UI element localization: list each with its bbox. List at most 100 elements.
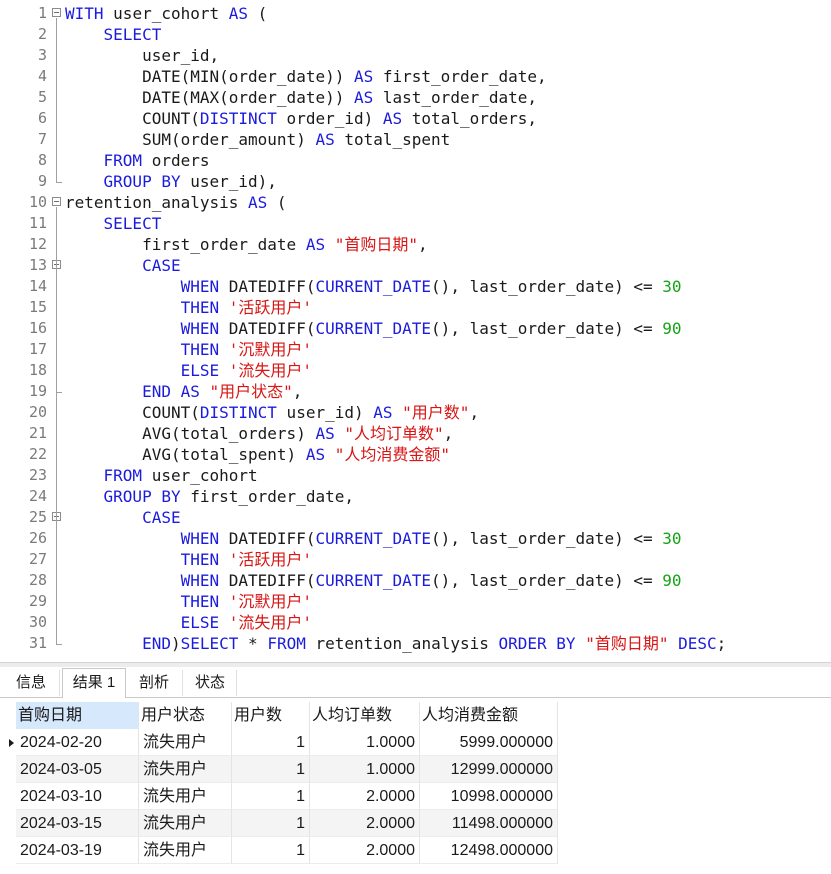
code-line[interactable]: 6 COUNT(DISTINCT order_id) AS total_orde… <box>0 108 831 129</box>
table-cell[interactable]: 2024-03-19 <box>16 837 139 864</box>
code-text: COUNT(DISTINCT user_id) AS "用户数", <box>65 402 479 423</box>
code-line[interactable]: 31 END)SELECT * FROM retention_analysis … <box>0 633 831 654</box>
table-cell[interactable]: 2024-03-05 <box>16 756 139 783</box>
code-line[interactable]: 5 DATE(MAX(order_date)) AS last_order_da… <box>0 87 831 108</box>
sql-token: retention_analysis <box>65 193 249 212</box>
code-line[interactable]: 30 ELSE '流失用户' <box>0 612 831 633</box>
sql-keyword: WITH <box>65 4 114 23</box>
code-line[interactable]: 25 CASE <box>0 507 831 528</box>
code-line[interactable]: 14 WHEN DATEDIFF(CURRENT_DATE(), last_or… <box>0 276 831 297</box>
code-text: user_id, <box>65 45 219 66</box>
line-number: 3 <box>37 46 47 64</box>
code-line[interactable]: 15 THEN '活跃用户' <box>0 297 831 318</box>
sql-number: 90 <box>662 319 682 338</box>
code-line[interactable]: 22 AVG(total_spent) AS "人均消费金额" <box>0 444 831 465</box>
fold-guide-end <box>56 182 62 183</box>
col-avg-orders-header[interactable]: 人均订单数 <box>310 702 420 729</box>
col-user-count-header[interactable]: 用户数 <box>232 702 310 729</box>
table-cell[interactable]: 12999.000000 <box>420 756 558 783</box>
sql-keyword: AS <box>353 67 374 86</box>
table-cell[interactable]: 2024-03-10 <box>16 783 139 810</box>
tab-status[interactable]: 状态 <box>184 670 237 696</box>
code-text: ELSE '流失用户' <box>65 612 312 633</box>
code-line[interactable]: 12 first_order_date AS "首购日期", <box>0 234 831 255</box>
sql-token: ( <box>267 193 287 212</box>
table-cell[interactable]: 5999.000000 <box>420 729 558 756</box>
code-text: COUNT(DISTINCT order_id) AS total_orders… <box>65 108 537 129</box>
col-avg-spent-header[interactable]: 人均消费金额 <box>420 702 558 729</box>
fold-toggle-icon[interactable] <box>52 197 61 206</box>
code-text: WHEN DATEDIFF(CURRENT_DATE(), last_order… <box>65 570 682 591</box>
code-line[interactable]: 17 THEN '沉默用户' <box>0 339 831 360</box>
table-cell[interactable]: 流失用户 <box>139 783 232 810</box>
table-cell[interactable]: 2.0000 <box>310 837 420 864</box>
code-line[interactable]: 1 WITH user_cohort AS ( <box>0 3 831 24</box>
table-cell[interactable]: 1 <box>232 810 310 837</box>
sql-keyword: CURRENT_DATE <box>315 529 432 548</box>
col-first-order-date-header[interactable]: 首购日期 <box>16 702 139 729</box>
table-cell[interactable]: 1.0000 <box>310 729 420 756</box>
fold-toggle-icon[interactable] <box>52 8 61 17</box>
line-number: 12 <box>28 235 47 253</box>
code-line[interactable]: 13 CASE <box>0 255 831 276</box>
code-line[interactable]: 19 END AS "用户状态", <box>0 381 831 402</box>
sql-keyword: AS <box>353 88 374 107</box>
tab-profile[interactable]: 剖析 <box>126 670 183 696</box>
table-cell[interactable]: 流失用户 <box>139 729 232 756</box>
table-cell[interactable]: 2.0000 <box>310 783 420 810</box>
table-cell[interactable]: 11498.000000 <box>420 810 558 837</box>
code-line[interactable]: 8 FROM orders <box>0 150 831 171</box>
col-user-status-header[interactable]: 用户状态 <box>139 702 232 729</box>
line-number: 18 <box>28 361 47 379</box>
table-cell[interactable]: 2024-02-20 <box>16 729 139 756</box>
sql-string: '流失用户' <box>228 361 313 380</box>
table-cell[interactable]: 1 <box>232 783 310 810</box>
sql-string: "人均订单数" <box>344 424 444 443</box>
sql-token: (), last_order_date) <= <box>431 571 663 590</box>
code-line[interactable]: 23 FROM user_cohort <box>0 465 831 486</box>
table-cell[interactable]: 2.0000 <box>310 810 420 837</box>
code-line[interactable]: 9 GROUP BY user_id), <box>0 171 831 192</box>
tab-info[interactable]: 信息 <box>3 670 60 696</box>
table-cell[interactable]: 流失用户 <box>139 837 232 864</box>
code-line[interactable]: 26 WHEN DATEDIFF(CURRENT_DATE(), last_or… <box>0 528 831 549</box>
code-line[interactable]: 24 GROUP BY first_order_date, <box>0 486 831 507</box>
table-cell[interactable]: 2024-03-15 <box>16 810 139 837</box>
code-line[interactable]: 3 user_id, <box>0 45 831 66</box>
table-cell[interactable]: 1 <box>232 837 310 864</box>
sql-token: , <box>418 235 428 254</box>
code-line[interactable]: 18 ELSE '流失用户' <box>0 360 831 381</box>
code-line[interactable]: 11 SELECT <box>0 213 831 234</box>
code-line[interactable]: 4 DATE(MIN(order_date)) AS first_order_d… <box>0 66 831 87</box>
table-cell[interactable]: 10998.000000 <box>420 783 558 810</box>
sql-token: DATEDIFF( <box>219 277 316 296</box>
line-number: 9 <box>37 172 47 190</box>
table-cell[interactable]: 1.0000 <box>310 756 420 783</box>
code-line[interactable]: 2 SELECT <box>0 24 831 45</box>
sql-keyword: WHEN <box>180 529 220 548</box>
code-line[interactable]: 27 THEN '活跃用户' <box>0 549 831 570</box>
code-line[interactable]: 20 COUNT(DISTINCT user_id) AS "用户数", <box>0 402 831 423</box>
table-cell[interactable]: 1 <box>232 729 310 756</box>
code-line[interactable]: 7 SUM(order_amount) AS total_spent <box>0 129 831 150</box>
code-text: WITH user_cohort AS ( <box>65 3 267 24</box>
table-cell[interactable]: 流失用户 <box>139 756 232 783</box>
sql-keyword: DISTINCT <box>199 403 277 422</box>
table-cell[interactable]: 12498.000000 <box>420 837 558 864</box>
code-line[interactable]: 21 AVG(total_orders) AS "人均订单数", <box>0 423 831 444</box>
result-grid[interactable]: 首购日期 用户状态 用户数 人均订单数 人均消费金额 2024-02-20 流失用户 1 1.0… <box>0 698 831 874</box>
sql-editor[interactable]: 1 WITH user_cohort AS (2 SELECT 3 user_id,… <box>0 0 831 662</box>
code-line[interactable]: 29 THEN '沉默用户' <box>0 591 831 612</box>
tab-result-1[interactable]: 结果 1 <box>62 668 126 699</box>
table-cell[interactable]: 流失用户 <box>139 810 232 837</box>
code-line[interactable]: 28 WHEN DATEDIFF(CURRENT_DATE(), last_or… <box>0 570 831 591</box>
code-line[interactable]: 16 WHEN DATEDIFF(CURRENT_DATE(), last_or… <box>0 318 831 339</box>
sql-keyword: SELECT <box>103 214 162 233</box>
table-cell[interactable]: 1 <box>232 756 310 783</box>
code-line[interactable]: 10 retention_analysis AS ( <box>0 192 831 213</box>
sql-keyword: END AS <box>142 382 200 401</box>
